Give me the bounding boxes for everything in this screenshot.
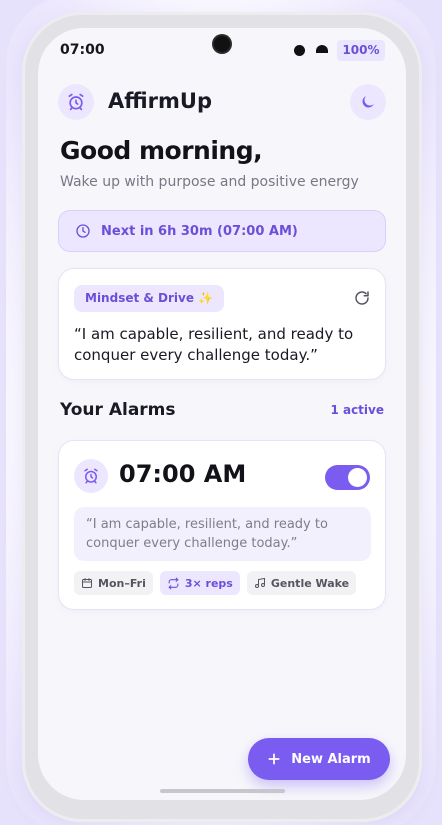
greeting-subtitle: Wake up with purpose and positive energy — [60, 174, 359, 190]
affirmation-text: “I am capable, resilient, and ready to c… — [74, 325, 354, 364]
camera-cutout — [214, 36, 230, 52]
alarm-affirmation-text: “I am capable, resilient, and ready to c… — [74, 507, 371, 561]
next-alarm-banner[interactable]: Next in 6h 30m (07:00 AM) — [58, 210, 386, 252]
greeting-title: Good morning, — [60, 136, 263, 165]
new-alarm-button[interactable]: New Alarm — [248, 738, 390, 780]
status-time: 07:00 — [60, 42, 105, 58]
refresh-icon[interactable] — [353, 289, 371, 307]
toggle-knob — [348, 468, 367, 487]
repetitions-label: 3× reps — [184, 576, 233, 590]
theme-toggle-button[interactable] — [350, 84, 386, 120]
alarm-card[interactable]: 07:00 AM “I am capable, resilient, and r… — [58, 440, 386, 610]
battery-indicator: 100% — [337, 40, 385, 61]
repeat-icon — [168, 577, 179, 589]
sound-label: Gentle Wake — [270, 576, 350, 590]
plus-icon — [268, 753, 280, 765]
active-alarms-count: 1 active — [330, 403, 384, 417]
clock-icon — [76, 224, 90, 238]
schedule-label: Mon–Fri — [98, 576, 146, 590]
alarm-clock-icon — [58, 84, 94, 120]
alarm-time: 07:00 AM — [119, 460, 247, 488]
calendar-icon — [82, 578, 92, 588]
app-header: AffirmUp — [58, 82, 386, 122]
next-alarm-text: Next in 6h 30m (07:00 AM) — [101, 223, 298, 239]
sound-tag: Gentle Wake — [246, 571, 357, 595]
music-note-icon — [254, 577, 265, 588]
new-alarm-label: New Alarm — [291, 751, 371, 767]
alarm-tags: Mon–Fri 3× reps Gentle Wake — [74, 571, 357, 595]
app-title: AffirmUp — [108, 89, 212, 113]
wifi-icon — [316, 45, 328, 53]
moon-icon — [362, 96, 374, 108]
category-badge: Mindset & Drive ✨ — [74, 285, 225, 312]
schedule-tag: Mon–Fri — [74, 571, 153, 595]
phone-screen: 07:00 100% AffirmUp Good morning, Wake u… — [38, 28, 406, 800]
status-bar: 07:00 100% — [38, 28, 406, 72]
repetitions-tag: 3× reps — [159, 571, 240, 595]
alarms-section-title: Your Alarms — [60, 400, 176, 420]
affirmation-card: Mindset & Drive ✨ “I am capable, resilie… — [58, 268, 386, 380]
alarm-clock-icon — [74, 459, 108, 493]
signal-icon — [294, 45, 305, 56]
home-indicator[interactable] — [160, 789, 285, 793]
alarm-toggle[interactable] — [325, 465, 370, 490]
